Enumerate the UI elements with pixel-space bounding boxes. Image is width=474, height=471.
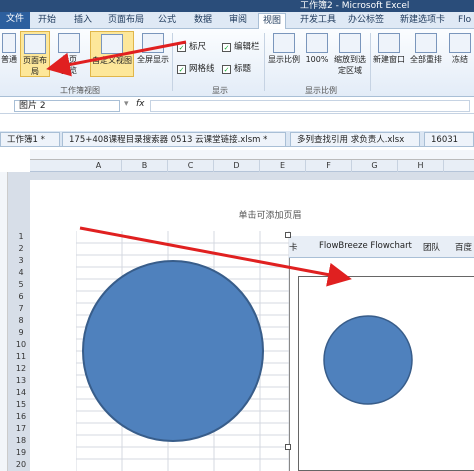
arrow-to-picture <box>79 226 352 287</box>
annotation-arrows <box>46 40 352 287</box>
arrow-to-page-layout <box>46 40 187 77</box>
